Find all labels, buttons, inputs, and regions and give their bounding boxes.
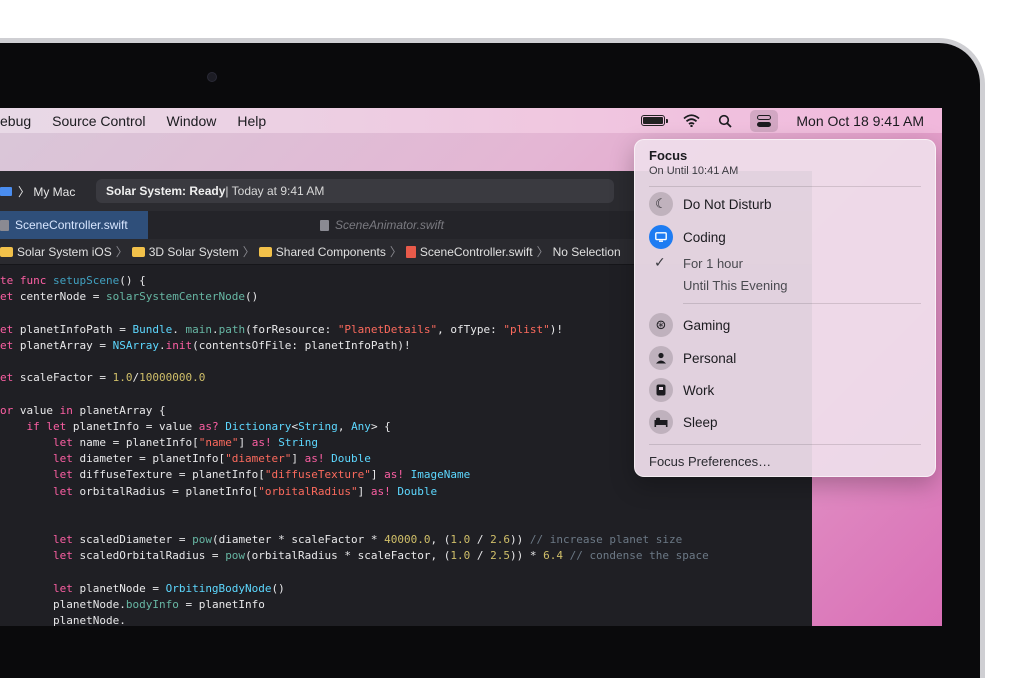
battery-icon[interactable] (641, 115, 669, 126)
folder-icon (131, 246, 145, 257)
breadcrumb-separator: 〉 (536, 245, 549, 259)
focus-item-gaming[interactable]: ⊛ Gaming (649, 312, 730, 338)
menu-bar-status: Mon Oct 18 9:41 AM (641, 108, 924, 133)
focus-item-label: Gaming (683, 317, 731, 333)
run-destination[interactable]: 〉 My Mac (0, 183, 75, 200)
activity-viewer: Solar System: Ready | Today at 9:41 AM (96, 179, 614, 203)
tab-label: SceneController.swift (15, 218, 128, 232)
display-icon (649, 225, 673, 249)
breadcrumb-item[interactable]: 3D Solar System (131, 245, 239, 259)
focus-item-label: Coding (683, 229, 726, 245)
breadcrumb-item[interactable]: Shared Components (258, 245, 386, 259)
focus-item-do-not-disturb[interactable]: ☾ Do Not Disturb (649, 191, 772, 217)
camera-icon (207, 72, 217, 82)
breadcrumb-separator: 〉 (242, 245, 255, 259)
menu-bar-clock[interactable]: Mon Oct 18 9:41 AM (796, 113, 924, 129)
spotlight-search-icon[interactable] (718, 114, 733, 128)
screen: ebug Source Control Window Help Mon Oct … (0, 108, 942, 626)
focus-item-coding[interactable]: Coding (649, 224, 726, 250)
swift-file-icon (0, 219, 9, 231)
code-line[interactable]: let orbitalRadius = planetInfo["orbitalR… (0, 484, 812, 500)
divider (683, 303, 921, 304)
gamepad-icon: ⊛ (649, 313, 673, 337)
folder-icon (258, 246, 272, 257)
tab-scene-controller[interactable]: SceneController.swift (0, 211, 148, 239)
focus-item-label: Personal (683, 350, 737, 366)
focus-item-personal[interactable]: Personal (649, 345, 736, 371)
code-line[interactable] (0, 516, 812, 532)
activity-project: Solar System: (106, 184, 187, 198)
code-line[interactable]: planetNode.bodyInfo = planetInfo (0, 597, 812, 613)
breadcrumb-separator: 〉 (115, 245, 128, 259)
code-line[interactable] (0, 500, 812, 516)
focus-item-label: Sleep (683, 414, 718, 430)
checkmark-icon: ✓ (654, 254, 666, 270)
focus-duration-1-hour[interactable]: For 1 hour (683, 256, 743, 271)
code-line[interactable]: planetNode. (0, 613, 812, 626)
focus-item-work[interactable]: Work (649, 377, 714, 403)
control-center-icon[interactable] (750, 109, 779, 132)
breadcrumb-item[interactable]: SceneController.swift (405, 245, 533, 259)
menu-source-control[interactable]: Source Control (52, 113, 145, 129)
focus-title: Focus (649, 148, 688, 163)
activity-timestamp: | Today at 9:41 AM (225, 184, 325, 198)
code-line[interactable] (0, 565, 812, 581)
code-line[interactable]: let scaledDiameter = pow(diameter * scal… (0, 532, 812, 548)
divider (649, 186, 921, 187)
focus-menu: Focus On Until 10:41 AM ☾ Do Not Disturb… (634, 139, 936, 477)
focus-preferences-item[interactable]: Focus Preferences… (649, 454, 771, 469)
focus-item-sleep[interactable]: Sleep (649, 409, 718, 435)
focus-duration-evening[interactable]: Until This Evening (683, 278, 788, 293)
menu-window[interactable]: Window (167, 113, 217, 129)
focus-item-label: Work (683, 382, 715, 398)
moon-icon: ☾ (649, 192, 673, 216)
focus-subtitle: On Until 10:41 AM (649, 165, 739, 177)
code-line[interactable]: let planetNode = OrbitingBodyNode() (0, 581, 812, 597)
menu-debug[interactable]: ebug (0, 113, 31, 129)
menu-help[interactable]: Help (237, 113, 266, 129)
activity-status: Ready (189, 184, 226, 198)
tab-label: SceneAnimator.swift (335, 218, 444, 232)
divider (649, 444, 921, 445)
folder-icon (0, 246, 13, 257)
breadcrumb-item[interactable]: No Selection (553, 245, 621, 259)
wifi-icon[interactable] (683, 114, 700, 127)
bed-icon (649, 410, 673, 434)
mac-icon (0, 187, 12, 196)
focus-item-label: Do Not Disturb (683, 196, 772, 212)
badge-icon (649, 378, 673, 402)
swift-file-icon (405, 245, 416, 258)
person-icon (649, 346, 673, 370)
breadcrumb-item[interactable]: Solar System iOS (0, 245, 112, 259)
breadcrumb-separator: 〉 (389, 245, 402, 259)
run-destination-label: 〉 My Mac (18, 185, 76, 199)
tab-scene-animator[interactable]: SceneAnimator.swift (148, 211, 444, 239)
menu-bar-left: ebug Source Control Window Help (0, 113, 266, 129)
swift-file-icon (320, 219, 329, 231)
code-line[interactable]: let scaledOrbitalRadius = pow(orbitalRad… (0, 548, 812, 564)
menu-bar: ebug Source Control Window Help Mon Oct … (0, 108, 942, 133)
